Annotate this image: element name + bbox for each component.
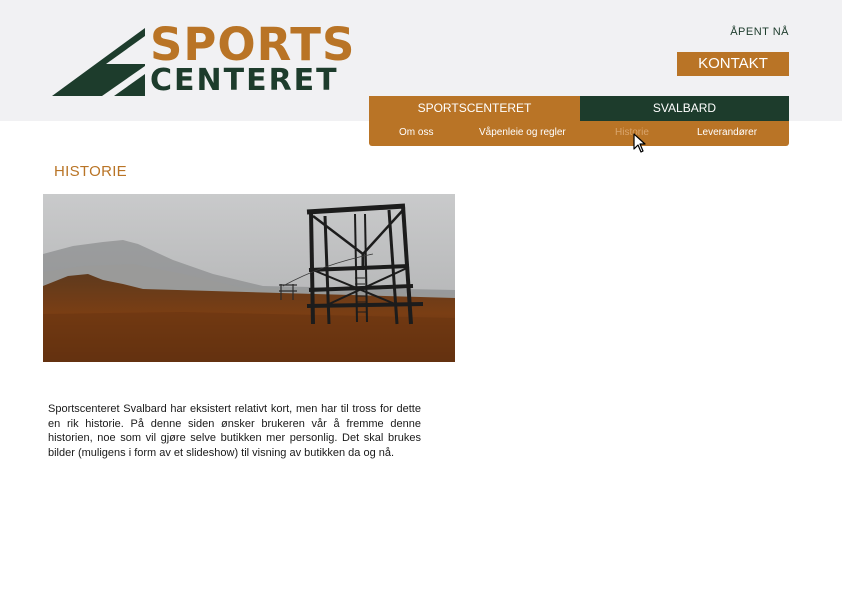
tab-sportscenteret[interactable]: SPORTSCENTERET bbox=[369, 96, 580, 121]
page-title: HISTORIE bbox=[54, 163, 127, 180]
logo-text-sports: SPORTS bbox=[150, 18, 356, 71]
history-text: Sportscenteret Svalbard har eksistert re… bbox=[48, 403, 421, 459]
subnav-item-om-oss[interactable]: Om oss bbox=[399, 121, 433, 146]
tab-svalbard[interactable]: SVALBARD bbox=[580, 96, 789, 121]
logo-text-centeret: CENTERET bbox=[150, 63, 339, 98]
mouse-pointer-icon bbox=[633, 133, 646, 153]
sub-navigation: Om oss Våpenleie og regler Historie Leve… bbox=[369, 121, 789, 146]
logo[interactable]: SPORTS CENTERET bbox=[52, 22, 354, 98]
subnav-item-vapenleie[interactable]: Våpenleie og regler bbox=[479, 121, 566, 146]
subnav-item-leverandorer[interactable]: Leverandører bbox=[697, 121, 757, 146]
contact-button[interactable]: KONTAKT bbox=[677, 52, 789, 76]
mountain-logo-icon bbox=[52, 28, 145, 96]
history-photo bbox=[43, 194, 455, 362]
opening-status: ÅPENT NÅ bbox=[730, 26, 789, 38]
main-navigation: SPORTSCENTERET SVALBARD Om oss Våpenleie… bbox=[369, 96, 789, 146]
